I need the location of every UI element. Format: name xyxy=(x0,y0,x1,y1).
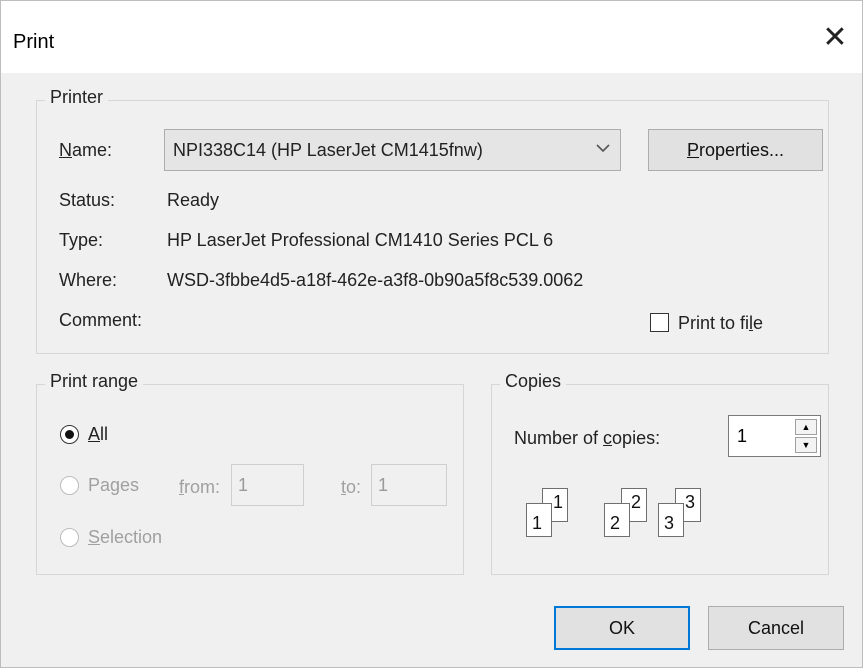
name-label: Name: xyxy=(59,140,113,160)
printer-group-label: Printer xyxy=(45,87,109,108)
window-title: Print xyxy=(13,31,55,53)
chevron-down-icon xyxy=(596,140,610,158)
selection-radio[interactable] xyxy=(60,528,79,547)
collate-page-number: 3 xyxy=(685,492,696,512)
ok-button[interactable]: OK xyxy=(554,606,690,650)
properties-button-label: Properties... xyxy=(686,140,785,160)
copies-spinner[interactable]: 1 ▲ ▼ xyxy=(728,415,821,457)
where-label: Where: xyxy=(59,270,118,290)
printer-name-select[interactable]: NPI338C14 (HP LaserJet CM1415fnw) xyxy=(164,129,621,171)
title-bar: Print ✕ xyxy=(1,1,862,73)
pages-radio[interactable] xyxy=(60,476,79,495)
to-label: to: xyxy=(341,477,362,497)
comment-label: Comment: xyxy=(59,310,143,330)
collate-page-number: 2 xyxy=(631,492,642,512)
from-input[interactable]: 1 xyxy=(231,464,304,506)
from-label: from: xyxy=(179,477,221,497)
where-value: WSD-3fbbe4d5-a18f-462e-a3f8-0b90a5f8c539… xyxy=(167,270,584,290)
copies-value: 1 xyxy=(737,426,748,446)
spin-down-icon[interactable]: ▼ xyxy=(795,437,817,453)
pages-label[interactable]: Pages xyxy=(88,475,139,496)
type-value: HP LaserJet Professional CM1410 Series P… xyxy=(167,230,554,250)
to-input[interactable]: 1 xyxy=(371,464,447,506)
selection-label[interactable]: Selection xyxy=(88,527,162,548)
print-to-file-label[interactable]: Print to file xyxy=(678,313,763,334)
status-value: Ready xyxy=(167,190,220,210)
type-label: Type: xyxy=(59,230,104,250)
number-of-copies-label: Number of copies: xyxy=(514,428,661,448)
name-label-rest: ame: xyxy=(72,140,113,160)
collate-page-number: 2 xyxy=(610,513,621,533)
collate-page-number: 3 xyxy=(664,513,675,533)
print-range-group-label: Print range xyxy=(45,371,144,392)
print-dialog: Print ✕ Printer Name: NPI338C14 (HP Lase… xyxy=(0,0,863,668)
collate-page-number: 1 xyxy=(553,492,564,512)
all-label[interactable]: All xyxy=(88,424,108,445)
print-to-file-checkbox[interactable] xyxy=(650,313,669,332)
close-icon[interactable]: ✕ xyxy=(820,23,850,53)
printer-name-value: NPI338C14 (HP LaserJet CM1415fnw) xyxy=(173,140,483,160)
spin-up-icon[interactable]: ▲ xyxy=(795,419,817,435)
status-label: Status: xyxy=(59,190,116,210)
copies-group: Copies xyxy=(491,371,829,575)
copies-group-label: Copies xyxy=(500,371,567,392)
all-radio[interactable] xyxy=(60,425,79,444)
properties-button[interactable]: Properties... xyxy=(648,129,823,171)
spin-buttons: ▲ ▼ xyxy=(795,419,817,453)
collate-page-number: 1 xyxy=(532,513,543,533)
cancel-button[interactable]: Cancel xyxy=(708,606,844,650)
